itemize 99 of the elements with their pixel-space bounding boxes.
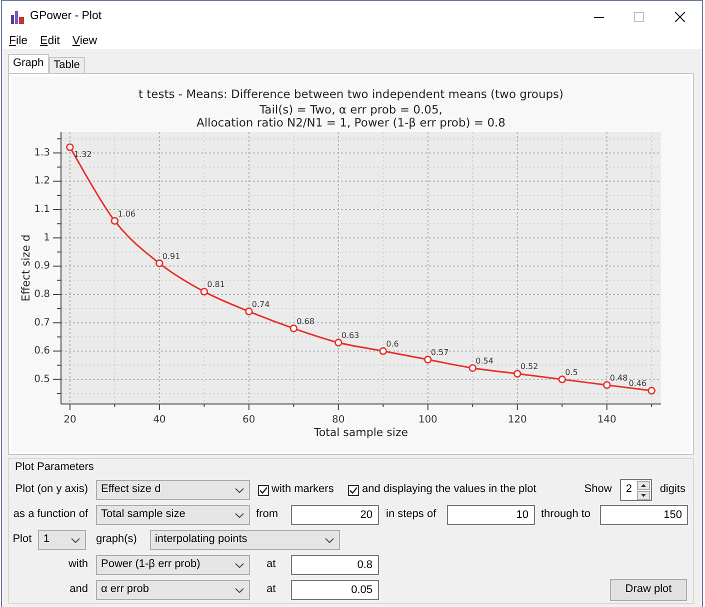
data-label: 1.06 [118, 209, 136, 218]
x-tick-label: 80 [332, 414, 345, 426]
data-label: 0.48 [610, 374, 628, 383]
chevron-down-icon [235, 562, 244, 568]
y-tick-label: 1 [44, 232, 50, 244]
data-point [156, 259, 164, 268]
tab[interactable]: Table [48, 57, 85, 73]
field-label: as a function of [12, 508, 89, 522]
data-point [334, 338, 342, 346]
field-label: Plot [12, 533, 33, 547]
bar-chart-icon [11, 10, 24, 24]
digits-spinner[interactable]: 2 [620, 479, 652, 501]
data-label: 0.52 [520, 362, 538, 372]
parameter-dropdown[interactable]: α err prob [96, 580, 250, 600]
through-field[interactable]: 150 [600, 505, 688, 525]
field-label: through to [541, 508, 592, 522]
window-title: GPower - Plot [30, 10, 102, 24]
x-tick-label: 140 [597, 414, 616, 426]
x-tick-label: 100 [418, 414, 438, 426]
data-label: 0.5 [565, 368, 578, 377]
data-label: 0.6 [386, 340, 399, 349]
graph-count-dropdown[interactable]: 1 [38, 530, 86, 550]
data-label: 0.46 [628, 379, 647, 388]
close-icon[interactable] [674, 12, 684, 22]
chevron-down-icon [235, 488, 244, 492]
data-point [66, 143, 74, 152]
data-label: 0.57 [430, 348, 449, 358]
y-tick-label: 1.2 [34, 176, 50, 187]
field-label: with [67, 558, 89, 572]
spin-down-button[interactable] [636, 490, 650, 500]
field-label: at [266, 583, 277, 597]
x-tick-label: 60 [242, 414, 256, 426]
data-label: 0.91 [162, 252, 180, 261]
chevron-down-icon [324, 538, 334, 542]
data-label: 1.32 [74, 150, 92, 159]
chevron-down-icon [235, 512, 244, 518]
data-point [558, 375, 566, 384]
curve-type-dropdown[interactable]: interpolating points [150, 530, 340, 550]
checkbox-label[interactable]: with markers [272, 483, 334, 497]
data-point [110, 216, 119, 225]
y-tick-label: 0.8 [34, 288, 50, 300]
chart-title: t tests - Means: Difference between two independent means (two groups) [138, 87, 564, 101]
data-label: 0.54 [476, 356, 494, 366]
data-label: 0.81 [207, 280, 225, 290]
step-field[interactable]: 10 [446, 505, 534, 525]
value-field[interactable]: 0.8 [290, 555, 378, 575]
field-label: and [68, 583, 89, 597]
draw-plot-button[interactable]: Draw plot [610, 579, 687, 601]
x-axis-title: Total sample size [314, 426, 408, 439]
data-point [379, 347, 388, 355]
data-point [424, 356, 432, 364]
markers-checkbox[interactable] [258, 484, 268, 496]
display-values-checkbox[interactable] [348, 484, 359, 496]
value-field[interactable]: 0.05 [290, 580, 378, 600]
parameter-dropdown[interactable]: Power (1-β err prob) [96, 555, 250, 575]
data-point [602, 381, 611, 389]
y-tick-label: 0.7 [34, 317, 50, 328]
down-triangle-icon [640, 494, 646, 496]
data-point [648, 386, 656, 395]
data-point [513, 370, 522, 378]
field-label: Plot (on y axis) [14, 483, 89, 497]
y-tick-label: 1.1 [34, 204, 50, 216]
menu-item[interactable]: View [72, 33, 98, 49]
data-point [290, 324, 298, 332]
from-field[interactable]: 20 [290, 505, 378, 525]
field-label: from [256, 508, 279, 522]
field-label: in steps of [386, 508, 438, 522]
menu-item[interactable]: Edit [40, 33, 60, 49]
y-tick-label: 0.9 [34, 260, 50, 272]
field-label: graph(s) [96, 533, 138, 547]
data-label: 0.68 [296, 316, 314, 326]
field-label: at [266, 558, 277, 572]
y-axis-title: Effect size d [20, 234, 32, 302]
minimize-icon[interactable] [594, 16, 604, 18]
data-point [200, 288, 208, 296]
y-tick-label: 0.5 [34, 374, 50, 385]
chart-subtitle: Allocation ratio N2/N1 = 1, Power (1-β err prob) = 0.8 [196, 116, 506, 130]
checkbox-label[interactable]: and displaying the values in the plot [362, 483, 536, 497]
data-label: 0.63 [341, 331, 360, 340]
field-label: digits [660, 483, 686, 497]
x-tick-label: 40 [153, 414, 166, 426]
y-tick-label: 0.6 [34, 346, 50, 357]
menu-item[interactable]: File [9, 33, 28, 49]
data-label: 0.74 [252, 300, 270, 309]
y-tick-label: 1.3 [34, 147, 50, 158]
x-tick-label: 120 [508, 414, 527, 426]
field-label: Show [584, 483, 612, 497]
panel-title: Plot Parameters [15, 460, 94, 474]
chart-subtitle: Tail(s) = Two, α err prob = 0.05, [260, 102, 442, 116]
chevron-down-icon [71, 538, 80, 542]
chevron-down-icon [235, 588, 244, 592]
y-axis-dropdown[interactable]: Effect size d [96, 480, 250, 500]
tab[interactable]: Graph [8, 54, 49, 73]
x-axis-dropdown[interactable]: Total sample size [96, 505, 250, 525]
x-tick-label: 20 [64, 414, 76, 426]
up-triangle-icon [640, 484, 646, 486]
spin-up-button[interactable] [636, 480, 650, 490]
data-point [468, 364, 477, 372]
data-point [245, 308, 253, 316]
